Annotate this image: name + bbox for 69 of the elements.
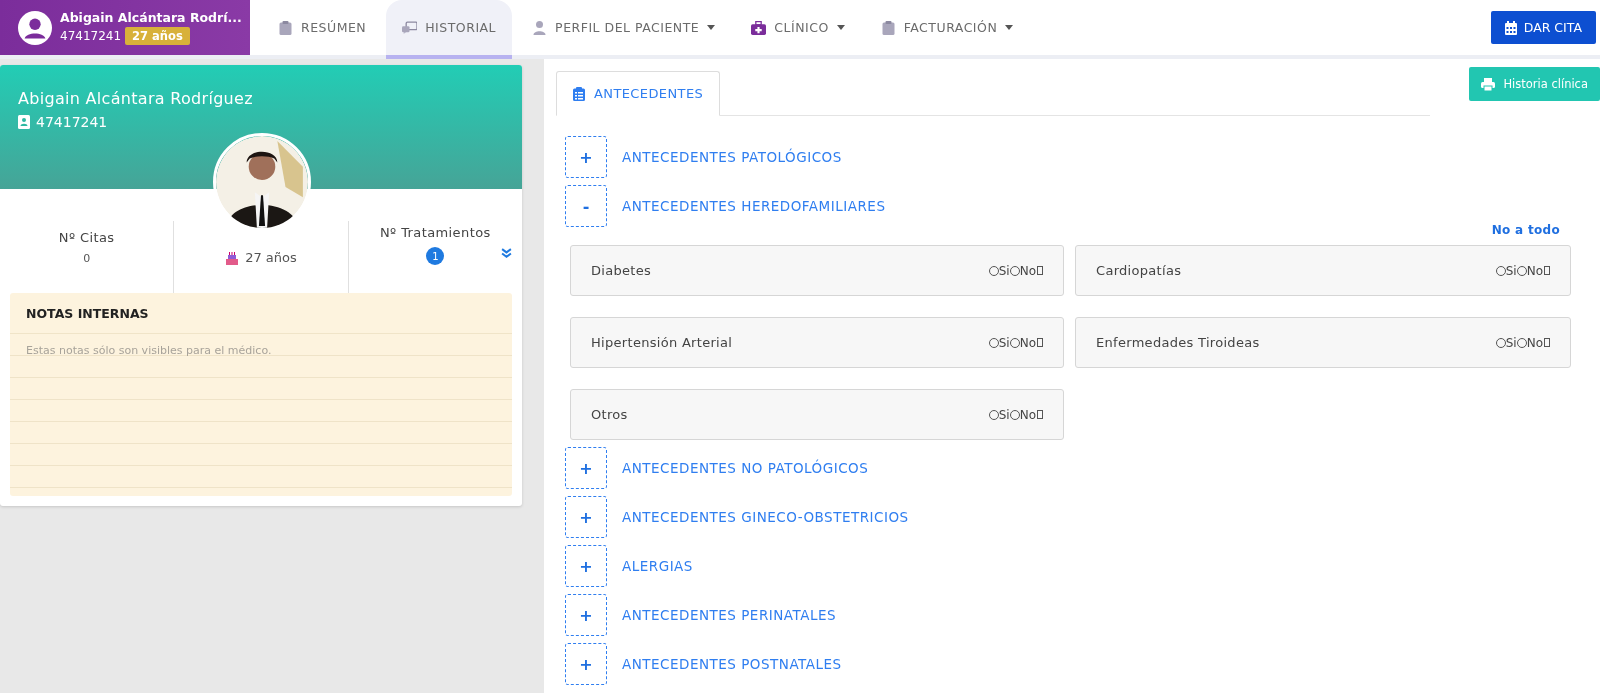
clipboard-list-icon <box>573 86 585 101</box>
expand-toggle[interactable]: + <box>565 447 607 489</box>
user-icon <box>532 20 548 35</box>
section-title[interactable]: ANTECEDENTES PATOLÓGICOS <box>622 149 842 165</box>
count-badge: 1 <box>426 247 445 265</box>
caret-icon <box>707 25 716 30</box>
expand-toggle[interactable]: + <box>565 643 607 685</box>
double-chevron-icon[interactable] <box>501 248 512 259</box>
all-no-link[interactable]: No a todo <box>1491 223 1560 237</box>
radio-option[interactable]: Si <box>988 407 1010 422</box>
stat-label: Nº Tratamientos <box>379 225 491 240</box>
nav-tab[interactable]: HISTORIAL <box>386 0 513 59</box>
radio-option[interactable]: No <box>1516 263 1543 278</box>
section-title[interactable]: ANTECEDENTES HEREDOFAMILIARES <box>622 198 886 214</box>
question-label: Hipertensión Arterial <box>591 335 733 350</box>
clipboard-icon <box>880 20 896 35</box>
appointment-button[interactable]: DAR CITA <box>1490 11 1596 44</box>
expand-toggle[interactable]: - <box>565 185 607 227</box>
nav-tab[interactable]: FACTURACIÓN <box>864 0 1030 59</box>
nav-tab[interactable]: RESÚMEN <box>262 0 383 59</box>
profile-name: Abigain Alcántara Rodríguez <box>18 89 254 108</box>
missing-glyph-icon <box>1037 410 1043 419</box>
nav-tab[interactable]: CLÍNICO <box>735 0 861 59</box>
radio-option[interactable]: No <box>1009 263 1036 278</box>
expand-toggle[interactable]: + <box>565 496 607 538</box>
user-avatar-icon <box>18 10 52 45</box>
radio-option[interactable]: No <box>1516 335 1543 350</box>
question-label: Otros <box>591 407 628 422</box>
section-title[interactable]: ALERGIAS <box>622 558 693 574</box>
age-text: 27 años <box>245 250 297 265</box>
profile-id: 47417241 <box>36 114 108 130</box>
stat-label: Nº Citas <box>58 229 115 245</box>
missing-glyph-icon <box>1544 266 1550 275</box>
notes-title: NOTAS INTERNAS <box>10 293 512 334</box>
expand-toggle[interactable]: + <box>565 136 607 178</box>
nav-tab[interactable]: PERFIL DEL PACIENTE <box>516 0 732 59</box>
clipboard-icon <box>278 20 293 35</box>
stat-value: 0 <box>83 251 91 265</box>
chat-icon <box>402 20 418 35</box>
radio-option[interactable]: Si <box>988 263 1010 278</box>
expand-toggle[interactable]: + <box>565 545 607 587</box>
caret-icon <box>1005 25 1014 30</box>
patient-name: Abigain Alcántara Rodrí... <box>60 10 242 25</box>
contact-card-icon <box>18 115 31 129</box>
radio-option[interactable]: Si <box>1495 335 1517 350</box>
tab[interactable]: ANTECEDENTES <box>556 71 721 116</box>
age-tag: 27 años <box>125 27 190 45</box>
medkit-icon <box>751 20 767 35</box>
cake-icon <box>225 250 240 265</box>
section-title[interactable]: ANTECEDENTES NO PATOLÓGICOS <box>622 460 869 476</box>
radio-option[interactable]: No <box>1009 335 1036 350</box>
caret-icon <box>836 25 845 30</box>
section-title[interactable]: ANTECEDENTES PERINATALES <box>622 607 837 623</box>
section-title[interactable]: ANTECEDENTES POSTNATALES <box>622 656 842 672</box>
calendar-icon <box>1504 20 1517 35</box>
question-label: Enfermedades Tiroideas <box>1096 335 1260 350</box>
question-label: Diabetes <box>591 263 652 278</box>
printer-icon <box>1481 77 1496 91</box>
missing-glyph-icon <box>1037 266 1043 275</box>
question-label: Cardiopatías <box>1096 263 1182 278</box>
radio-option[interactable]: No <box>1009 407 1036 422</box>
expand-toggle[interactable]: + <box>565 594 607 636</box>
notes-field[interactable]: Estas notas sólo son visibles para el médico. <box>10 334 512 496</box>
missing-glyph-icon <box>1544 338 1550 347</box>
radio-option[interactable]: Si <box>1495 263 1517 278</box>
radio-option[interactable]: Si <box>988 335 1010 350</box>
missing-glyph-icon <box>1037 338 1043 347</box>
section-title[interactable]: ANTECEDENTES GINECO-OBSTETRICIOS <box>622 509 909 525</box>
patient-id: 47417241 <box>60 29 122 43</box>
